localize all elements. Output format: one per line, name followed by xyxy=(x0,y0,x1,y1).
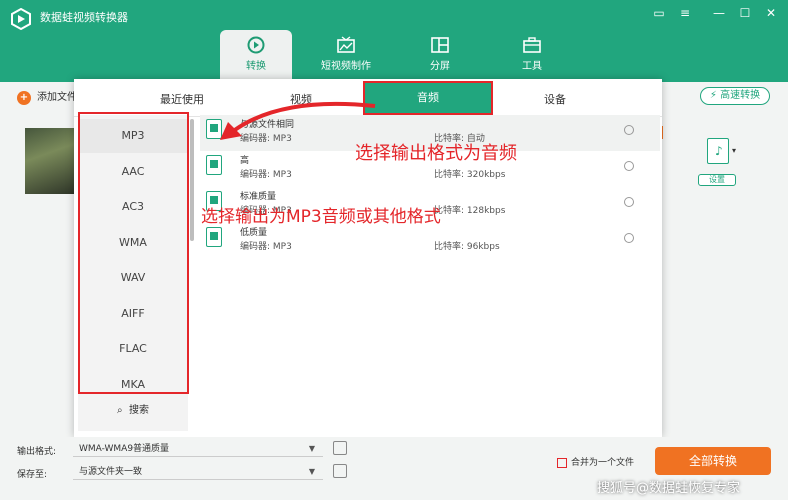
format-settings-icon[interactable] xyxy=(333,441,347,455)
save-to-select[interactable]: 与源文件夹一致 ▼ xyxy=(73,464,323,480)
audio-file-icon xyxy=(206,155,222,175)
quality-bitrate: 比特率: 320kbps xyxy=(434,170,506,180)
output-format-value: WMA-WMA9普通质量 xyxy=(79,444,170,454)
app-title: 数据蛙视频转换器 xyxy=(40,11,128,24)
audio-file-icon xyxy=(206,227,222,247)
app-window: 数据蛙视频转换器 ▭ ≡ — ☐ ✕ 转换 短视频制作 分屏 工具 + 添加文件… xyxy=(0,0,788,500)
output-format-label: 输出格式: xyxy=(17,447,57,457)
output-format-select[interactable]: WMA-WMA9普通质量 ▼ xyxy=(73,441,323,457)
gear-icon[interactable] xyxy=(624,125,634,135)
folder-icon[interactable] xyxy=(333,464,347,478)
nav-tab-label: 短视频制作 xyxy=(321,61,371,72)
annotation-highlight-box xyxy=(78,112,189,394)
menu-icon[interactable]: ≡ xyxy=(676,6,694,20)
search-icon: ⌕ xyxy=(117,405,123,416)
quality-name: 标准质量 xyxy=(240,192,277,202)
split-screen-icon xyxy=(431,37,449,53)
tab-device[interactable]: 设备 xyxy=(544,91,566,107)
nav-tab-label: 转换 xyxy=(246,61,266,72)
format-search[interactable]: ⌕ 搜索 xyxy=(78,401,188,425)
convert-all-button[interactable]: 全部转换 xyxy=(655,447,771,475)
tab-recent[interactable]: 最近使用 xyxy=(160,91,204,107)
annotation-mp3-format: 选择输出为MP3音频或其他格式 xyxy=(201,207,441,227)
gear-icon[interactable] xyxy=(624,197,634,207)
message-icon[interactable]: ▭ xyxy=(650,6,668,20)
format-list-scrollbar[interactable] xyxy=(190,119,194,241)
quality-encoder: 编码器: MP3 xyxy=(240,170,292,180)
search-label: 搜索 xyxy=(128,405,149,416)
nav-tab-label: 分屏 xyxy=(430,61,450,72)
chevron-down-icon: ▼ xyxy=(308,467,315,476)
toolbox-icon xyxy=(523,37,541,53)
app-logo-icon xyxy=(11,8,31,30)
quality-encoder: 编码器: MP3 xyxy=(240,242,292,252)
tab-audio[interactable]: 音频 xyxy=(363,81,493,115)
maximize-icon[interactable]: ☐ xyxy=(736,6,754,20)
title-bar: 数据蛙视频转换器 ▭ ≡ — ☐ ✕ 转换 短视频制作 分屏 工具 xyxy=(0,0,788,82)
nav-tab-split-screen[interactable]: 分屏 xyxy=(404,30,476,76)
quality-bitrate: 比特率: 96kbps xyxy=(434,242,500,252)
nav-tab-convert[interactable]: 转换 xyxy=(220,30,292,82)
gear-icon[interactable] xyxy=(624,161,634,171)
gear-icon[interactable] xyxy=(624,233,634,243)
chevron-down-icon: ▼ xyxy=(308,444,315,453)
save-to-value: 与源文件夹一致 xyxy=(79,467,143,477)
add-file-button[interactable]: + 添加文件 xyxy=(17,88,77,105)
merge-checkbox[interactable]: 合并为一个文件 xyxy=(557,455,634,468)
chevron-down-icon[interactable]: ▾ xyxy=(732,146,736,155)
checkbox-icon xyxy=(557,457,567,468)
fast-convert-label: 高速转换 xyxy=(720,90,761,101)
annotation-audio-format: 选择输出格式为音频 xyxy=(355,143,517,164)
watermark: 搜狐号@数据蛙恢复专家 xyxy=(597,481,741,496)
music-note-icon: ♪ xyxy=(715,144,723,158)
quality-name: 高 xyxy=(240,156,250,166)
quality-bitrate: 比特率: 128kbps xyxy=(434,206,506,216)
save-to-label: 保存至: xyxy=(17,470,48,480)
merge-label: 合并为一个文件 xyxy=(571,458,635,468)
settings-button[interactable]: 设置 xyxy=(698,174,736,186)
close-icon[interactable]: ✕ xyxy=(762,6,780,20)
nav-tab-tools[interactable]: 工具 xyxy=(496,30,568,76)
nav-tab-short-video[interactable]: 短视频制作 xyxy=(310,30,382,76)
quality-row[interactable]: 低质量 编码器: MP3 比特率: 96kbps xyxy=(200,223,660,259)
add-file-label: 添加文件 xyxy=(37,92,77,103)
nav-tab-label: 工具 xyxy=(522,61,542,72)
fast-convert-button[interactable]: ⚡ 高速转换 xyxy=(700,87,770,105)
plus-icon: + xyxy=(17,91,31,105)
video-thumbnail[interactable] xyxy=(25,128,75,194)
svg-text:♪: ♪ xyxy=(715,144,723,158)
tv-icon xyxy=(337,36,355,53)
output-file-icon[interactable]: ♪ xyxy=(707,138,729,164)
convert-icon xyxy=(247,36,265,54)
minimize-icon[interactable]: — xyxy=(710,6,728,20)
